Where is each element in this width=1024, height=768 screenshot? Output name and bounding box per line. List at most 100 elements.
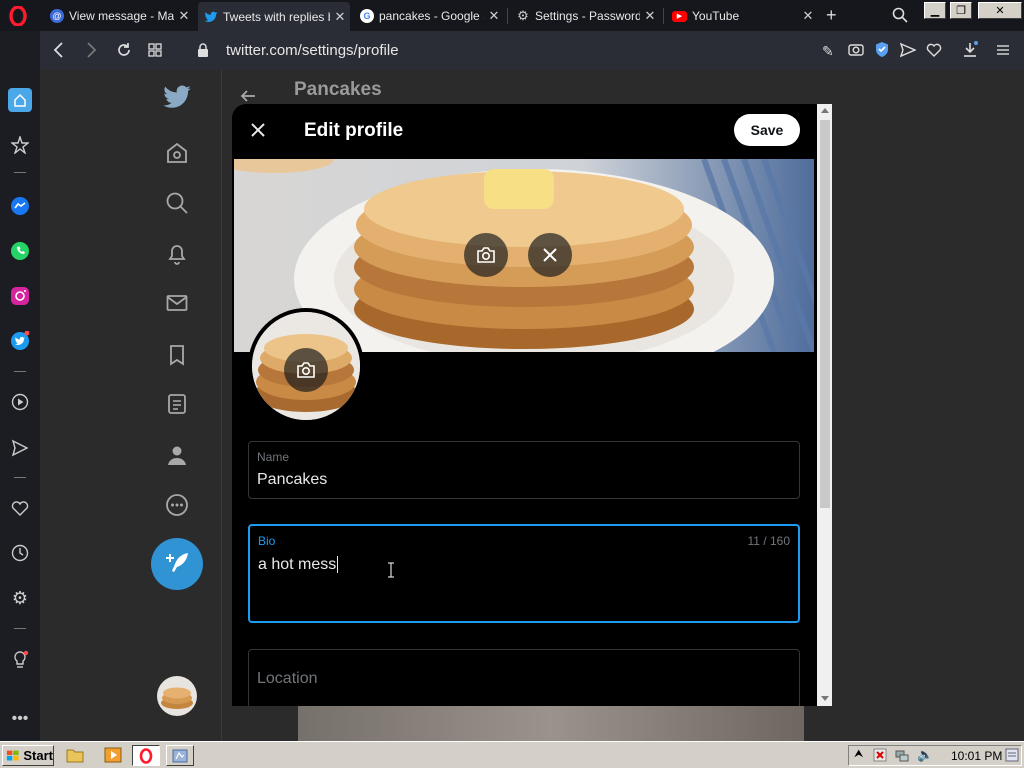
close-tab-icon[interactable]: ✕ (798, 8, 818, 24)
close-tab-icon[interactable]: ✕ (640, 8, 660, 24)
taskbar-opera-button[interactable] (132, 745, 160, 766)
player-icon[interactable] (8, 390, 32, 414)
taskbar-app-button[interactable] (166, 745, 194, 766)
tab-youtube[interactable]: ▶ YouTube ✕ (666, 4, 818, 28)
change-avatar-camera-icon[interactable] (284, 348, 328, 392)
more-options-icon[interactable]: ••• (8, 707, 32, 731)
tab-settings[interactable]: ⚙ Settings - Passwords ✕ (510, 4, 660, 28)
lists-icon[interactable] (162, 389, 192, 419)
twitter-icon (204, 10, 218, 24)
close-window-button[interactable]: ✕ (978, 2, 1022, 19)
security-alert-icon[interactable] (873, 748, 887, 762)
heart-icon[interactable] (926, 42, 942, 57)
scrollbar-thumb[interactable] (820, 120, 830, 508)
close-icon[interactable] (244, 116, 272, 144)
browser-tab-strip: @ View message - Mail ✕ Tweets with repl… (0, 0, 1024, 31)
profile-header-title: Pancakes (294, 79, 382, 100)
close-tab-icon[interactable]: ✕ (330, 9, 350, 25)
download-icon[interactable] (962, 41, 978, 58)
account-avatar[interactable] (157, 676, 197, 716)
name-label: Name (257, 450, 290, 464)
speed-dial-icon[interactable] (8, 133, 32, 157)
bio-field[interactable]: Bio 11 / 160 a hot mess (248, 524, 800, 623)
bio-textarea[interactable]: a hot mess (258, 556, 339, 574)
settings-gear-icon[interactable]: ⚙ (8, 586, 32, 610)
opera-logo-icon[interactable] (8, 6, 28, 26)
send-icon[interactable] (900, 42, 916, 58)
easy-setup-icon[interactable] (996, 43, 1010, 57)
vpn-shield-icon[interactable] (874, 41, 890, 58)
back-icon[interactable] (52, 41, 66, 59)
clock[interactable]: 10:01 PM (951, 749, 1002, 763)
tab-mail[interactable]: @ View message - Mail ✕ (44, 4, 194, 28)
snapshot-camera-icon[interactable] (848, 42, 864, 56)
home-icon[interactable] (8, 88, 32, 112)
forward-icon[interactable] (84, 41, 98, 59)
close-tab-icon[interactable]: ✕ (484, 8, 504, 24)
tab-title: YouTube (692, 9, 740, 23)
messenger-icon[interactable] (8, 194, 32, 218)
location-placeholder[interactable]: Location (257, 670, 318, 688)
tab-title: pancakes - Google Se (379, 9, 484, 23)
sidebar-divider (14, 477, 26, 478)
favorites-heart-icon[interactable] (8, 496, 32, 520)
sidebar-divider (14, 371, 26, 372)
name-field[interactable]: Name Pancakes (248, 441, 800, 499)
bio-label: Bio (258, 534, 276, 548)
text-cursor-icon (386, 562, 396, 578)
close-tab-icon[interactable]: ✕ (174, 8, 194, 24)
back-arrow-icon[interactable] (240, 88, 256, 104)
action-center-icon[interactable] (1005, 748, 1019, 762)
notifications-bell-icon[interactable] (162, 238, 192, 268)
history-clock-icon[interactable] (8, 541, 32, 565)
tab-twitter[interactable]: Tweets with replies b ✕ (198, 2, 350, 31)
whatsapp-icon[interactable] (8, 239, 32, 263)
new-tab-icon[interactable]: + (826, 5, 837, 26)
more-circle-icon[interactable] (162, 490, 192, 520)
instagram-icon[interactable] (8, 284, 32, 308)
lock-icon[interactable] (197, 43, 209, 57)
tweet-media-image[interactable] (298, 706, 804, 741)
profile-person-icon[interactable] (162, 440, 192, 470)
opera-sidebar: ⚙ ••• (0, 31, 40, 741)
volume-icon[interactable]: 🔈 (917, 747, 933, 763)
name-input[interactable]: Pancakes (257, 471, 327, 489)
edit-page-icon[interactable]: ✎ (822, 43, 834, 60)
scroll-down-icon[interactable] (821, 696, 829, 701)
save-button[interactable]: Save (734, 114, 800, 146)
media-player-icon[interactable] (104, 747, 122, 763)
reload-icon[interactable] (116, 42, 132, 58)
dialog-title: Edit profile (304, 120, 404, 141)
bookmarks-icon[interactable] (162, 340, 192, 370)
search-tabs-icon[interactable] (892, 7, 908, 23)
network-icon[interactable] (895, 748, 909, 762)
profile-avatar-image (248, 308, 364, 424)
minimize-window-button[interactable]: ▁ (924, 2, 946, 19)
start-button[interactable]: Start (2, 745, 54, 766)
tab-title: Tweets with replies b (223, 9, 330, 24)
tab-title: Settings - Passwords (535, 9, 640, 23)
text-caret (337, 556, 339, 574)
tab-title: View message - Mail (69, 9, 174, 23)
file-explorer-icon[interactable] (66, 747, 84, 763)
bio-text: a hot mess (258, 556, 337, 573)
twitter-sidebar-icon[interactable] (8, 329, 32, 353)
home-nav-icon[interactable] (162, 138, 192, 168)
explore-search-icon[interactable] (162, 188, 192, 218)
tab-google[interactable]: G pancakes - Google Se ✕ (354, 4, 504, 28)
address-input[interactable]: twitter.com/settings/profile (226, 42, 399, 59)
messages-envelope-icon[interactable] (162, 288, 192, 318)
compose-tweet-button[interactable] (151, 538, 203, 590)
tips-lightbulb-icon[interactable] (8, 648, 32, 672)
change-banner-camera-icon[interactable] (464, 233, 508, 277)
bio-character-count: 11 / 160 (747, 534, 790, 548)
twitter-logo-icon[interactable] (162, 82, 192, 112)
send-sidebar-icon[interactable] (8, 436, 32, 460)
scroll-up-icon[interactable] (821, 108, 829, 113)
gear-icon: ⚙ (517, 8, 529, 23)
remove-banner-close-icon[interactable] (528, 233, 572, 277)
show-hidden-icons-icon[interactable]: ⮝ (854, 748, 863, 761)
tabs-grid-icon[interactable] (148, 43, 162, 57)
location-field[interactable]: Location (248, 649, 800, 706)
restore-window-button[interactable]: ❐ (950, 2, 972, 19)
